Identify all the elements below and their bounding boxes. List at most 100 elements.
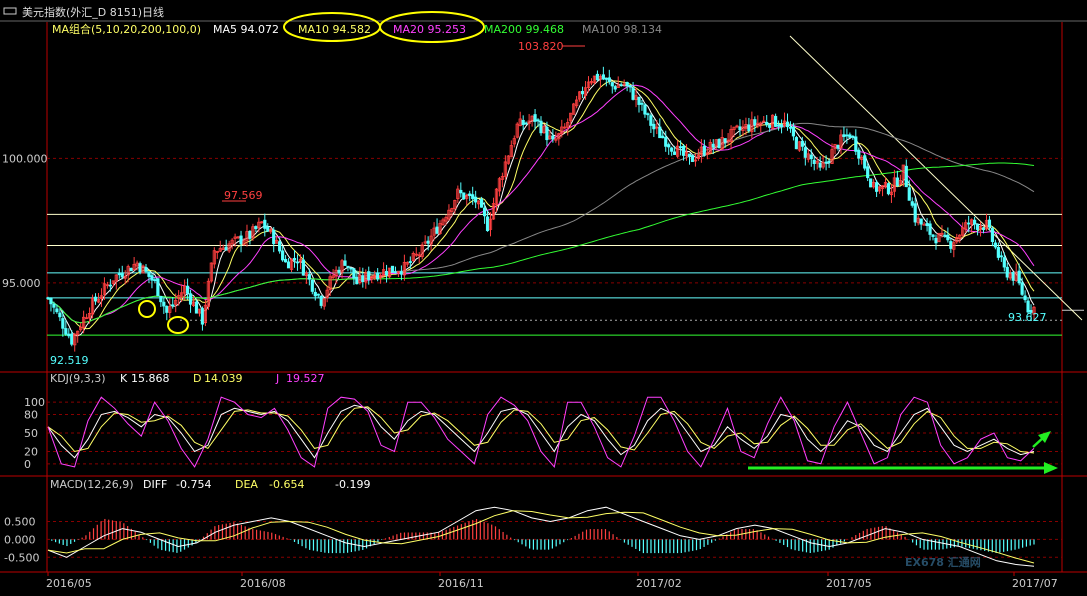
candle-body <box>545 126 549 141</box>
candle-body <box>49 297 53 305</box>
last-price-label: 93.627 <box>1008 311 1047 324</box>
candle-body <box>159 295 163 303</box>
legend-item: -0.654 <box>269 478 304 491</box>
candle-body <box>904 165 908 188</box>
candle-body <box>536 119 540 122</box>
candle-body <box>200 308 205 325</box>
candle-body <box>286 261 291 269</box>
candle-body <box>610 82 614 87</box>
candle-body <box>129 267 133 272</box>
candle-body <box>667 144 671 148</box>
candle-body <box>272 229 276 245</box>
candle-body <box>928 223 932 235</box>
candle-body <box>990 228 995 242</box>
macd-tick-label: 0.500 <box>4 515 36 528</box>
candle-body <box>459 189 463 194</box>
candle-body <box>788 126 793 129</box>
candle-body <box>658 126 662 139</box>
legend-item: MA5 94.072 <box>213 23 279 36</box>
candle-body <box>649 115 653 126</box>
legend-item: DEA <box>235 478 258 491</box>
candle-body <box>824 161 828 164</box>
candle-body <box>687 153 692 157</box>
candle-body <box>717 138 721 149</box>
legend-item: -0.754 <box>176 478 211 491</box>
candle-body <box>319 295 323 306</box>
candle-body <box>967 222 971 225</box>
candle-body <box>640 102 644 105</box>
candle-body <box>774 115 778 127</box>
candle-body <box>156 278 160 297</box>
candle-body <box>652 123 656 130</box>
candle-body <box>355 276 359 285</box>
candle-body <box>999 255 1003 258</box>
candle-body <box>604 77 608 80</box>
candle-body <box>934 237 938 244</box>
candle-body <box>619 84 623 87</box>
candle-body <box>996 247 1000 258</box>
candle-body <box>307 274 311 280</box>
candle-body <box>646 113 650 116</box>
candle-body <box>803 147 807 158</box>
candle-body <box>794 137 799 150</box>
candle-body <box>670 147 674 152</box>
candle-body <box>61 318 65 329</box>
candle-body <box>171 304 175 307</box>
x-tick-label: 2016/11 <box>438 577 484 590</box>
candle-body <box>263 219 267 229</box>
chart-canvas[interactable]: 美元指数(外汇_D 8151)日线 100.000 95.000 10080 50 2… <box>0 0 1087 592</box>
candle-body <box>768 124 772 128</box>
candle-body <box>848 134 852 138</box>
high-mid-label: 97.569 <box>224 189 263 202</box>
legend-item: KDJ(9,3,3) <box>50 372 106 385</box>
x-tick-label: 2016/08 <box>240 577 286 590</box>
candle-body <box>408 261 412 263</box>
candle-body <box>681 145 686 156</box>
candle-body <box>747 124 751 131</box>
candle-body <box>278 241 282 252</box>
legend-item: MA20 95.253 <box>393 23 466 36</box>
candle-body <box>869 178 873 188</box>
candle-body <box>254 226 258 230</box>
candle-body <box>295 261 300 264</box>
price-tick-label: 100.000 <box>2 152 48 165</box>
x-tick-label: 2016/05 <box>46 577 92 590</box>
legend-item: MA组合(5,10,20,200,100,0) <box>52 22 201 36</box>
candle-body <box>1002 257 1006 268</box>
legend-item: MACD(12,26,9) <box>50 478 134 491</box>
candle-body <box>943 234 947 237</box>
candle-body <box>836 145 840 149</box>
x-tick-label: 2017/07 <box>1012 577 1058 590</box>
candle-body <box>631 87 635 100</box>
candle-body <box>343 260 347 266</box>
candle-body <box>480 198 484 208</box>
candle-body <box>723 138 727 143</box>
candle-body <box>886 183 891 195</box>
legend-item: 15.868 <box>131 372 170 385</box>
candle-body <box>678 146 683 149</box>
candle-body <box>946 234 950 241</box>
candle-body <box>854 136 858 152</box>
candle-body <box>907 187 911 201</box>
candle-body <box>1005 266 1009 278</box>
low-label: 92.519 <box>50 354 89 367</box>
candle-body <box>162 301 166 307</box>
x-tick-label: 2017/02 <box>636 577 682 590</box>
macd-tick-label: -0.500 <box>4 551 39 564</box>
candle-body <box>46 297 50 300</box>
candle-body <box>313 291 317 297</box>
candle-body <box>117 273 121 276</box>
candle-body <box>857 149 861 159</box>
candle-body <box>607 77 611 82</box>
candle-body <box>895 177 899 186</box>
candle-body <box>239 235 243 245</box>
kdj-tick-label: 80 <box>24 409 38 422</box>
candle-body <box>390 265 395 273</box>
candle-body <box>138 263 142 273</box>
candle-body <box>485 216 490 232</box>
candle-body <box>266 226 270 232</box>
candle-body <box>1017 270 1021 284</box>
candle-body <box>785 121 790 128</box>
candle-body <box>791 126 796 137</box>
candle-body <box>628 84 632 88</box>
